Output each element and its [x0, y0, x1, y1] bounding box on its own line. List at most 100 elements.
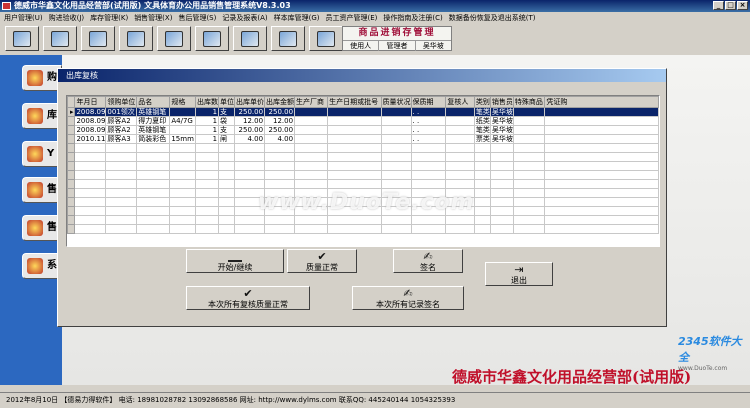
toolbar-search-button[interactable]: [81, 26, 115, 51]
chart-icon: [203, 30, 221, 47]
menu-guide[interactable]: 操作指南及注册(C): [383, 12, 442, 24]
list-icon: [165, 30, 183, 47]
left-nav-sales[interactable]: 售: [22, 177, 62, 203]
minimize-button[interactable]: _: [713, 1, 724, 10]
toolbar-export-button[interactable]: [271, 26, 305, 51]
grid-header-row: 年月日 领购单位 品名 规格 出库数 单位 出库单价 出库金额 生产厂商 生产日…: [67, 96, 659, 108]
purchase-icon: [51, 30, 69, 47]
left-nav-stock[interactable]: 库: [22, 103, 62, 129]
col-buyer[interactable]: 领购单位: [105, 96, 138, 108]
table-row[interactable]: [67, 152, 659, 162]
menu-after-sales[interactable]: 售后管理(S): [178, 12, 216, 24]
exit-door-icon: ⇥: [514, 263, 524, 276]
export-icon: [279, 30, 297, 47]
app-icon: [2, 2, 11, 10]
sales-return-icon: [27, 146, 43, 162]
col-salesperson[interactable]: 销售员: [489, 96, 514, 108]
menu-staff-assets[interactable]: 员工资产管理(E): [326, 12, 378, 24]
sign-button[interactable]: ✍ 签名: [393, 249, 463, 273]
menu-samples[interactable]: 样本库管理(G): [274, 12, 320, 24]
signature-icon: ✍: [403, 287, 413, 300]
toolbar-document-button[interactable]: [119, 26, 153, 51]
row-indicator: [67, 125, 76, 135]
search-icon: [89, 30, 107, 47]
table-row[interactable]: 2010.11 顾客A3 简装彩色 15mm 1 闸 4.00 4.00 . .…: [67, 134, 659, 144]
calendar-icon: [241, 30, 259, 47]
table-row[interactable]: 2008.09 顾客A2 得力夏印 A4/7G 1 袋 12.00 12.00 …: [67, 116, 659, 126]
col-reviewer[interactable]: 复核人: [445, 96, 475, 108]
close-button[interactable]: ×: [737, 1, 748, 10]
start-continue-button[interactable]: 开始/继续: [186, 249, 284, 273]
signature-icon: ✍: [423, 250, 433, 263]
row-indicator: [67, 134, 76, 144]
col-date[interactable]: 年月日: [74, 96, 107, 108]
left-nav-after-sales[interactable]: 售: [22, 215, 62, 241]
menu-purchase[interactable]: 购进验收(J): [49, 12, 85, 24]
toolbar-chart-button[interactable]: [195, 26, 229, 51]
menu-stock[interactable]: 库存管理(K): [90, 12, 128, 24]
col-spec[interactable]: 规格: [169, 96, 197, 108]
table-row[interactable]: ▸ 2008.09 001领次 英雄钢笔 1 支 250.00 250.00 .…: [67, 107, 659, 117]
refresh-icon: [13, 30, 31, 47]
quality-ok-button[interactable]: ✔ 质量正常: [287, 249, 357, 273]
menu-sales[interactable]: 销售管理(X): [134, 12, 172, 24]
left-nav: 购 库 Y 售 售 系: [0, 55, 62, 385]
review-grid[interactable]: 年月日 领购单位 品名 规格 出库数 单位 出库单价 出库金额 生产厂商 生产日…: [66, 95, 660, 247]
col-batch[interactable]: 生产日期或批号: [327, 96, 382, 108]
col-unit[interactable]: 单位: [218, 96, 236, 108]
table-row[interactable]: [67, 179, 659, 189]
toolbar-purchase-button[interactable]: [43, 26, 77, 51]
menu-user[interactable]: 用户管理(U): [4, 12, 43, 24]
exit-icon: [317, 30, 335, 47]
purchase-icon: [27, 70, 43, 86]
dialog-title: 出库复核: [58, 69, 666, 82]
col-unit-price[interactable]: 出库单价: [234, 96, 266, 108]
grid-corner: [67, 96, 76, 108]
user-label: 使用人: [343, 41, 380, 51]
checkmark-icon: ✔: [317, 250, 327, 263]
col-product[interactable]: 品名: [136, 96, 171, 108]
company-name: 德威市华鑫文化用品经营部(试用版): [452, 368, 692, 386]
col-shelf-life[interactable]: 保质期: [410, 96, 447, 108]
table-row[interactable]: [67, 161, 659, 171]
status-bar: 2012年8月10日 【德易力得软件】 电话: 18981028782 1309…: [0, 392, 750, 408]
exit-button[interactable]: ⇥ 退出: [485, 262, 553, 286]
col-voucher[interactable]: 凭证购: [544, 96, 659, 108]
col-special[interactable]: 特殊商品: [512, 96, 546, 108]
after-sales-icon: [27, 220, 43, 236]
maximize-button[interactable]: □: [725, 1, 736, 10]
col-amount[interactable]: 出库金额: [264, 96, 296, 108]
table-row[interactable]: [67, 170, 659, 180]
brand-panel: 商品进销存管理 使用人 管理者 吴华坡: [342, 26, 452, 51]
all-quality-ok-button[interactable]: ✔ 本次所有复核质量正常: [186, 286, 310, 310]
col-category[interactable]: 类别: [473, 96, 491, 108]
menu-bar: 用户管理(U) 购进验收(J) 库存管理(K) 销售管理(X) 售后管理(S) …: [0, 12, 750, 24]
left-nav-return[interactable]: Y: [22, 141, 62, 167]
left-nav-system[interactable]: 系: [22, 253, 62, 279]
watermark: www.DuoTe.com: [258, 190, 475, 215]
user-role: 管理者: [379, 41, 416, 51]
col-manufacturer[interactable]: 生产厂商: [294, 96, 329, 108]
toolbar-calendar-button[interactable]: [233, 26, 267, 51]
user-name: 吴华坡: [422, 42, 444, 50]
pen-icon: [228, 251, 242, 262]
watermark-2345: 2345软件大全 www.DuoTe.com: [678, 335, 742, 372]
table-row[interactable]: [67, 143, 659, 153]
toolbar-list-button[interactable]: [157, 26, 191, 51]
menu-reports[interactable]: 记录及报表(A): [222, 12, 267, 24]
system-icon: [27, 258, 43, 274]
table-row[interactable]: [67, 224, 659, 234]
all-sign-button[interactable]: ✍ 本次所有记录签名: [352, 286, 464, 310]
toolbar-refresh-button[interactable]: [5, 26, 39, 51]
toolbar-exit-button[interactable]: [309, 26, 343, 51]
left-nav-purchase[interactable]: 购: [22, 65, 62, 91]
document-icon: [127, 30, 145, 47]
menu-backup[interactable]: 数据备份恢复及退出系统(T): [449, 12, 536, 24]
brand-title: 商品进销存管理: [358, 28, 436, 38]
table-row[interactable]: [67, 215, 659, 225]
col-quantity[interactable]: 出库数: [195, 96, 220, 108]
table-row[interactable]: 2008.09 顾客A2 英雄钢笔 1 支 250.00 250.00 . . …: [67, 125, 659, 135]
row-indicator: [67, 116, 76, 126]
col-quality[interactable]: 质量状况: [380, 96, 412, 108]
title-bar: 德威市华鑫文化用品经营部(试用版) 文具体育办公用品销售管理系统V8.3.03 …: [0, 0, 750, 12]
